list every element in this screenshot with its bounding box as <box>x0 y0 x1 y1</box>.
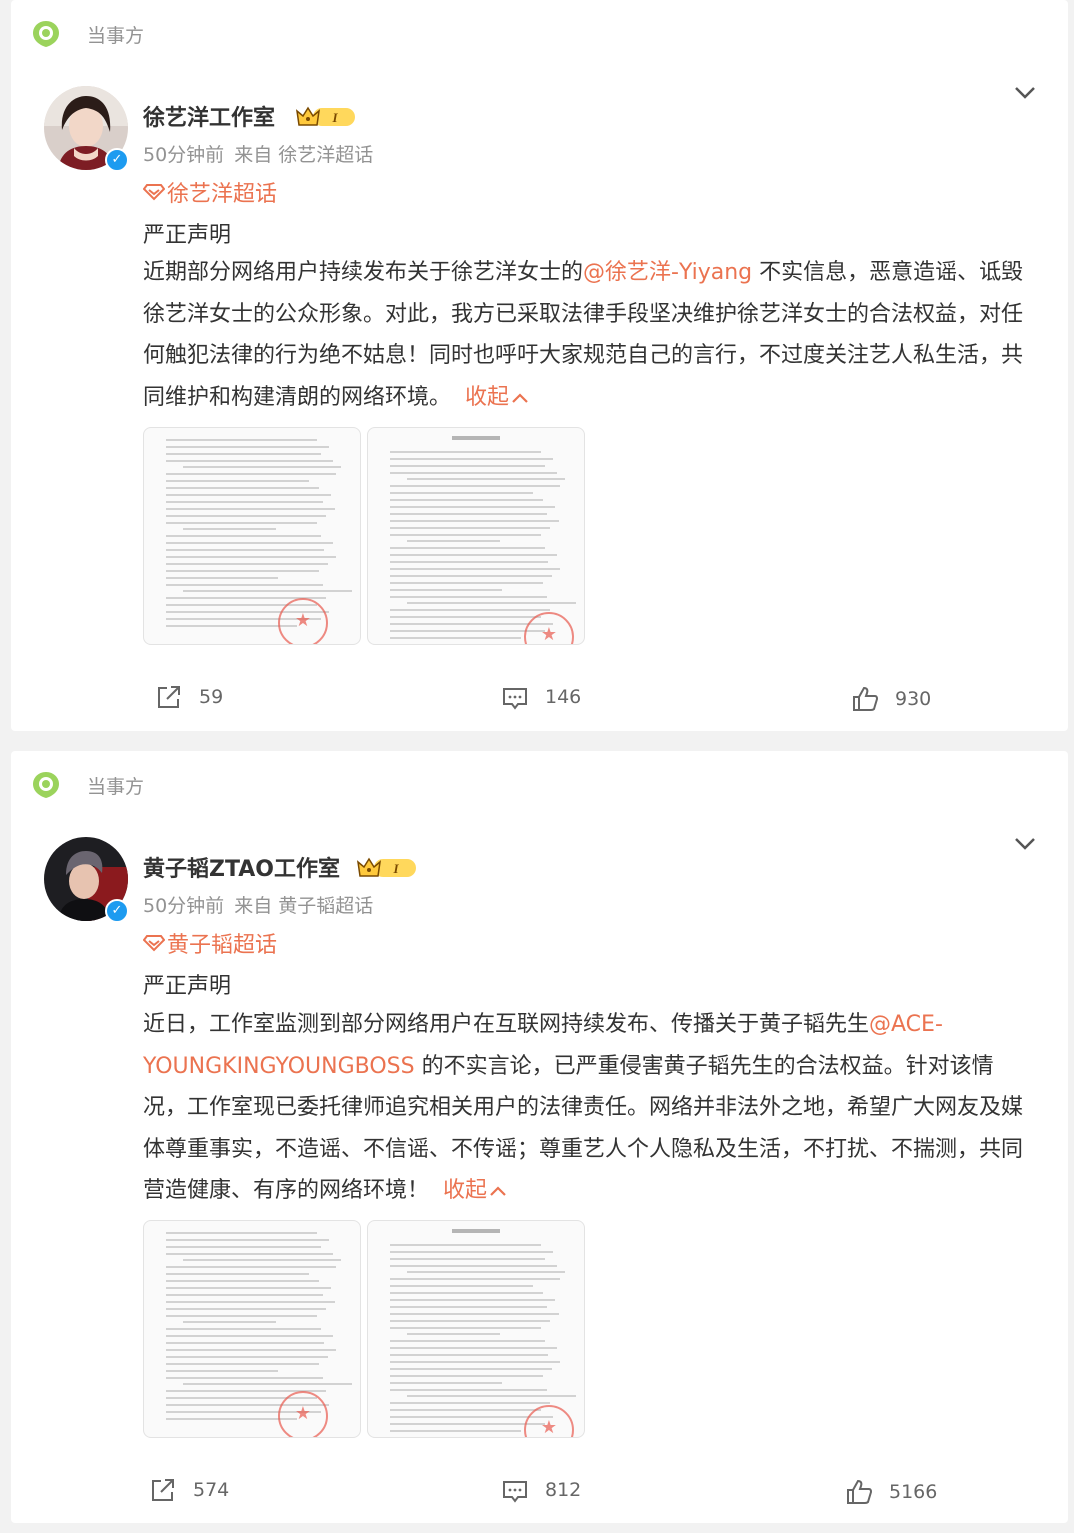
statement-image[interactable] <box>143 1220 361 1438</box>
mention-link[interactable]: @徐艺洋-Yiyang <box>583 260 752 285</box>
weibo-post-card: 当事方 ✓ 徐艺洋工作室 I 50分钟前 来自 徐艺洋超话 徐艺洋超话 严正声明 … <box>11 0 1068 731</box>
comment-icon <box>503 688 527 710</box>
repost-count: 59 <box>199 686 224 708</box>
party-tag: 当事方 <box>31 18 144 50</box>
author-name[interactable]: 黄子韬ZTAO工作室 <box>143 851 340 883</box>
post-source[interactable]: 来自 徐艺洋超话 <box>234 144 373 166</box>
topic-label: 黄子韬超话 <box>167 933 278 958</box>
seal-stamp <box>278 1391 328 1437</box>
statement-image[interactable] <box>143 427 361 645</box>
vip-crown-badge-icon: I <box>356 857 416 877</box>
topic-diamond-icon <box>143 935 165 952</box>
verified-badge-icon: ✓ <box>105 899 129 923</box>
vip-crown-badge-icon: I <box>295 106 355 126</box>
svg-text:I: I <box>392 861 399 876</box>
seal-stamp <box>278 598 328 644</box>
post-meta: 50分钟前 来自 黄子韬超话 <box>143 891 373 918</box>
action-bar: 59 146 930 <box>11 683 1068 723</box>
author-name[interactable]: 徐艺洋工作室 <box>143 100 275 132</box>
repost-button[interactable]: 59 <box>155 683 223 711</box>
statement-image[interactable] <box>367 427 585 645</box>
post-time[interactable]: 50分钟前 <box>143 895 224 917</box>
party-label: 当事方 <box>87 775 145 798</box>
topic-diamond-icon <box>143 184 165 201</box>
thumbs-up-icon <box>847 1479 873 1504</box>
topic-label: 徐艺洋超话 <box>167 182 278 207</box>
comment-count: 146 <box>545 686 582 708</box>
comment-icon <box>503 1481 527 1503</box>
super-topic-link[interactable]: 徐艺洋超话 <box>143 176 277 208</box>
post-body: 近期部分网络用户持续发布关于徐艺洋女士的@徐艺洋-Yiyang 不实信息，恶意造… <box>143 252 1025 418</box>
chevron-down-icon[interactable] <box>1014 84 1036 100</box>
like-button[interactable]: 5166 <box>845 1478 937 1506</box>
party-tag: 当事方 <box>31 769 144 801</box>
verified-badge-icon: ✓ <box>105 148 129 172</box>
chevron-up-icon <box>490 1186 506 1196</box>
svg-text:I: I <box>331 110 338 125</box>
post-title: 严正声明 <box>143 223 232 248</box>
post-body: 近日，工作室监测到部分网络用户在互联网持续发布、传播关于黄子韬先生@ACE-YO… <box>143 1004 1025 1212</box>
weibo-post-card: 当事方 ✓ 黄子韬ZTAO工作室 I 50分钟前 来自 黄子韬超话 黄子韬超话 严… <box>11 751 1068 1523</box>
collapse-button[interactable]: 收起 <box>443 1178 507 1203</box>
comment-button[interactable]: 146 <box>501 683 581 711</box>
body-text: 近日，工作室监测到部分网络用户在互联网持续发布、传播关于黄子韬先生 <box>143 1012 870 1037</box>
collapse-button[interactable]: 收起 <box>465 385 529 410</box>
post-time[interactable]: 50分钟前 <box>143 144 224 166</box>
statement-image[interactable] <box>367 1220 585 1438</box>
like-button[interactable]: 930 <box>851 685 931 713</box>
repost-count: 574 <box>193 1479 230 1501</box>
chevron-down-icon[interactable] <box>1014 835 1036 851</box>
repost-button[interactable]: 574 <box>149 1476 229 1504</box>
like-count: 930 <box>895 688 932 710</box>
action-bar: 574 812 5166 <box>11 1476 1068 1516</box>
post-title: 严正声明 <box>143 974 232 999</box>
party-icon <box>33 772 59 798</box>
chevron-up-icon <box>512 392 528 403</box>
party-label: 当事方 <box>87 24 145 47</box>
post-source[interactable]: 来自 黄子韬超话 <box>234 895 373 917</box>
party-icon <box>33 21 59 47</box>
share-icon <box>152 1479 174 1501</box>
thumbs-up-icon <box>853 686 879 711</box>
like-count: 5166 <box>889 1481 938 1503</box>
comment-button[interactable]: 812 <box>501 1476 581 1504</box>
share-icon <box>158 686 180 708</box>
post-meta: 50分钟前 来自 徐艺洋超话 <box>143 140 373 167</box>
body-text: 近期部分网络用户持续发布关于徐艺洋女士的 <box>143 260 584 285</box>
super-topic-link[interactable]: 黄子韬超话 <box>143 927 277 959</box>
comment-count: 812 <box>545 1479 582 1501</box>
